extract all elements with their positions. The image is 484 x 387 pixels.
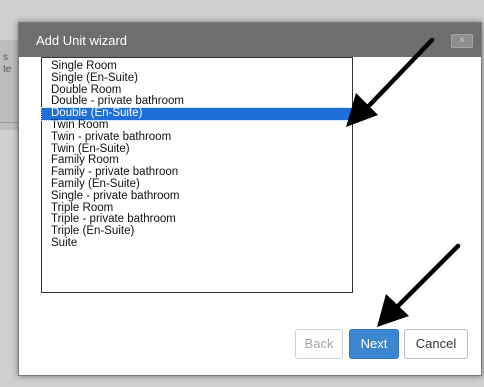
add-unit-dialog: Add Unit wizard × Single Room Single (En-… (18, 22, 482, 376)
background-divider (0, 122, 20, 123)
background-text-fragment: s (3, 52, 8, 63)
list-item[interactable]: Suite (42, 237, 352, 250)
back-button[interactable]: Back (295, 329, 343, 359)
list-item[interactable]: Twin - private bathroom (42, 131, 352, 144)
list-item[interactable]: Single - private bathroom (42, 190, 352, 203)
cancel-button[interactable]: Cancel (404, 329, 468, 359)
close-button[interactable]: × (451, 34, 473, 48)
list-item[interactable]: Single (En-Suite) (42, 72, 352, 85)
list-item[interactable]: Twin Room (42, 119, 352, 132)
next-button[interactable]: Next (349, 329, 399, 359)
list-item[interactable]: Family (En-Suite) (42, 178, 352, 191)
dialog-titlebar: Add Unit wizard × (19, 23, 481, 57)
background-text-fragment: te (3, 64, 12, 75)
list-item[interactable]: Triple (En-Suite) (42, 225, 352, 238)
dialog-title: Add Unit wizard (36, 33, 128, 48)
close-icon: × (459, 35, 465, 46)
unit-type-listbox[interactable]: Single Room Single (En-Suite) Double Room D… (41, 57, 353, 293)
